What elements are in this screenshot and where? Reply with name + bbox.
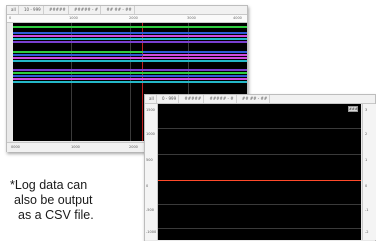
log-bar <box>13 26 247 28</box>
ruler-tick: 2000 <box>129 16 138 20</box>
log-bar <box>13 72 247 74</box>
toolbar-tab-all[interactable]: all <box>147 95 157 103</box>
log-bar <box>13 60 247 62</box>
log-bar <box>13 75 247 77</box>
signal-trace <box>158 180 361 181</box>
toolbar-tab-range[interactable]: 0 - 999 <box>160 95 180 103</box>
toolbar-tab-range[interactable]: 10 - 999 <box>22 6 44 14</box>
caption-note: *Log data can also be output as a CSV fi… <box>10 178 140 223</box>
caption-line: as a CSV file. <box>18 208 94 222</box>
time-ruler: 0 1000 2000 3000 4000 <box>7 15 247 23</box>
bar-window-toolbar: all 10 - 999 ##### ##### - # ## ## - ## <box>7 6 247 15</box>
log-bar <box>13 78 247 80</box>
toolbar-tab-3[interactable]: ##### <box>47 6 69 14</box>
grid-line <box>158 204 361 205</box>
ruler-tick: 0 <box>9 16 12 20</box>
right-tick-label: -1 <box>365 208 369 212</box>
ruler-tick: 1000 <box>69 16 78 20</box>
footer-tick: 1000 <box>71 145 80 149</box>
grid-line <box>158 128 361 129</box>
toolbar-tab-all[interactable]: all <box>9 6 19 14</box>
grid-line <box>158 228 361 229</box>
toolbar-tab-4[interactable]: ##### - # <box>207 95 237 103</box>
toolbar-tab-5[interactable]: ## ## - ## <box>240 95 271 103</box>
log-bar <box>13 81 247 83</box>
caption-line: *Log data can <box>10 178 88 192</box>
graph-plot-area[interactable]: ### <box>158 104 361 240</box>
log-bar <box>143 54 247 56</box>
toolbar-tab-3[interactable]: ##### <box>182 95 205 103</box>
footer-tick: 2000 <box>129 145 138 149</box>
graph-window-toolbar: all 0 - 999 ##### ##### - # ## ## - ## <box>145 95 375 104</box>
log-bar <box>13 51 143 53</box>
right-tick-label: -2 <box>365 230 369 234</box>
right-tick-label: 0 <box>365 184 368 188</box>
caption-line: also be output <box>14 193 93 207</box>
log-bar <box>13 35 247 37</box>
ruler-tick: 3000 <box>187 16 196 20</box>
zoom-button[interactable]: ### <box>348 106 358 112</box>
y-axis: 1500 1000 500 0 -500 -1000 <box>145 104 158 240</box>
y-tick-label: 1500 <box>146 108 155 112</box>
y-tick-label: -500 <box>146 208 154 212</box>
log-bar <box>143 51 247 53</box>
footer-tick: 0000 <box>11 145 20 149</box>
y-tick-label: 500 <box>146 158 153 162</box>
screenshot-stage: all 10 - 999 ##### ##### - # ## ## - ## … <box>0 0 376 241</box>
ruler-tick: 4000 <box>233 16 242 20</box>
right-axis: 3 2 1 0 -1 -2 <box>362 104 376 240</box>
log-bar <box>13 57 247 59</box>
right-tick-label: 3 <box>365 108 368 112</box>
toolbar-tab-5[interactable]: ## ## - ## <box>104 6 135 14</box>
log-bar <box>13 38 247 40</box>
right-tick-label: 1 <box>365 158 368 162</box>
log-bar <box>13 41 247 43</box>
toolbar-tab-4[interactable]: ##### - # <box>72 6 102 14</box>
grid-line <box>158 154 361 155</box>
right-tick-label: 2 <box>365 132 368 136</box>
y-tick-label: 1000 <box>146 132 155 136</box>
y-tick-label: -1000 <box>146 230 157 234</box>
log-bar <box>13 32 247 34</box>
log-bar <box>13 69 247 71</box>
y-tick-label: 0 <box>146 184 149 188</box>
log-bar <box>13 54 143 56</box>
line-graph-window: all 0 - 999 ##### ##### - # ## ## - ## 1… <box>144 94 376 241</box>
